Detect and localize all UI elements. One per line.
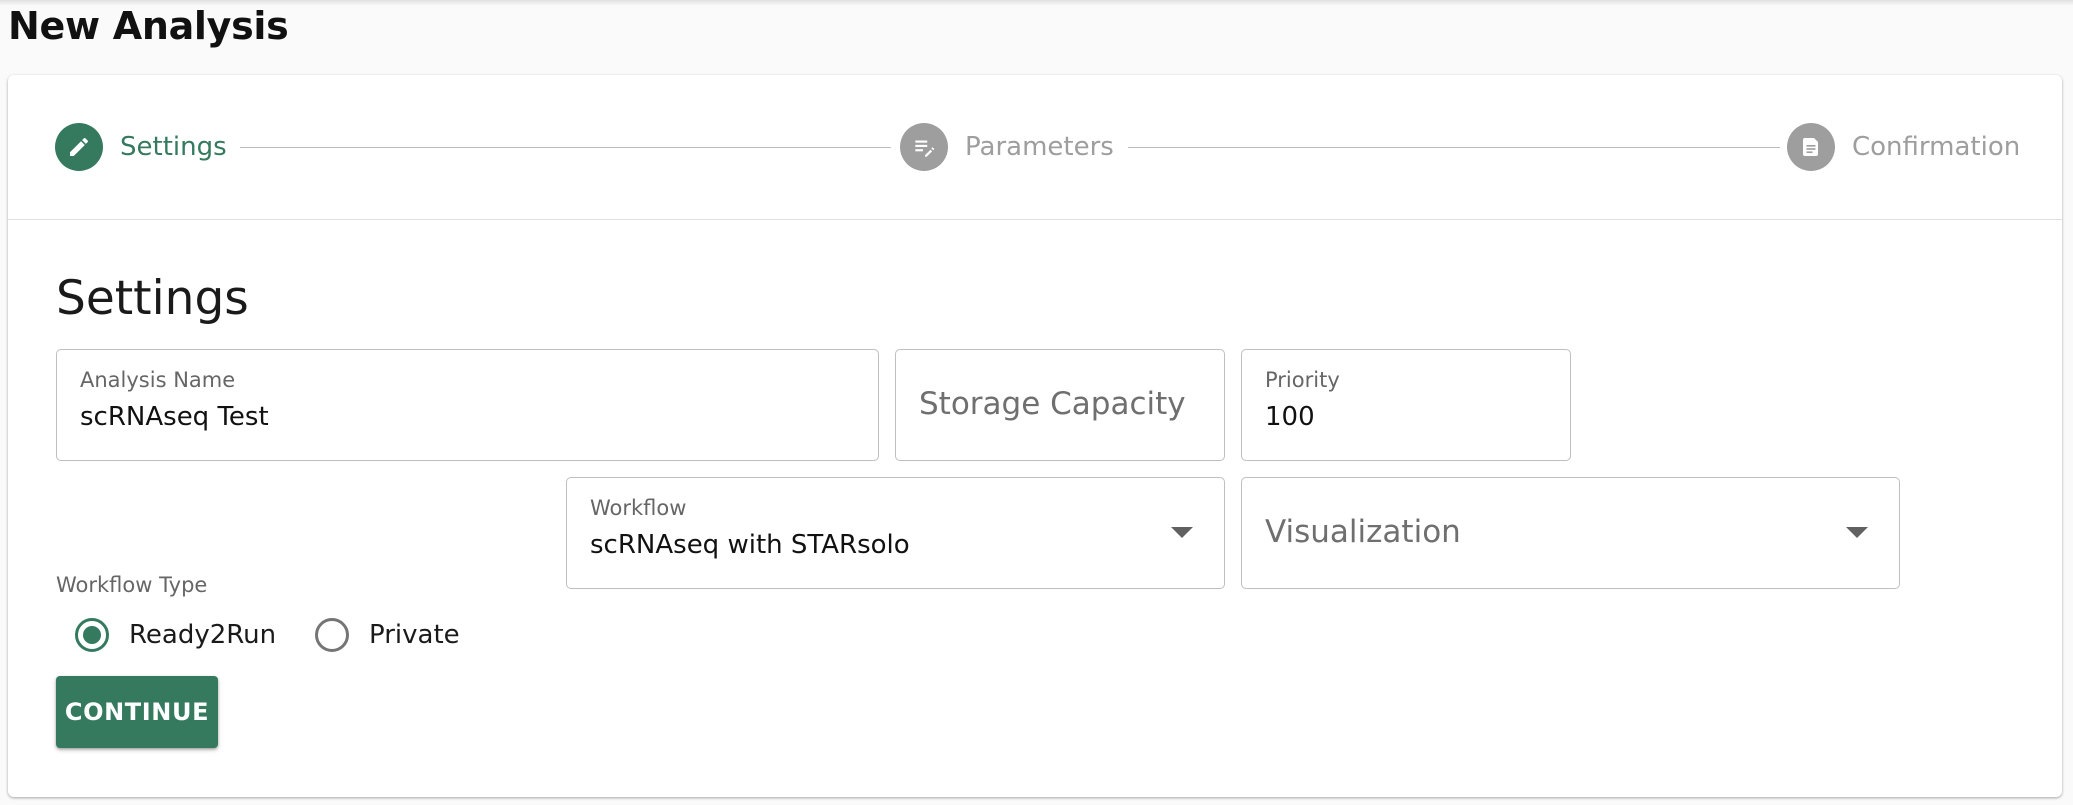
chevron-down-icon[interactable] <box>1846 527 1868 538</box>
step-label-parameters: Parameters <box>965 132 1114 162</box>
continue-button[interactable]: CONTINUE <box>56 676 218 748</box>
stepper: Settings Parameters Confirmation <box>8 75 2062 220</box>
storage-capacity-field[interactable]: Storage Capacity <box>895 349 1225 461</box>
workflow-label: Workflow <box>590 496 687 520</box>
analysis-form-card: Settings Parameters Confirmation Setting… <box>8 75 2062 797</box>
analysis-name-label: Analysis Name <box>80 368 236 392</box>
analysis-name-field[interactable]: Analysis Name scRNAseq Test <box>56 349 879 461</box>
workflow-value: scRNAseq with STARsolo <box>590 530 910 560</box>
priority-label: Priority <box>1265 368 1340 392</box>
step-confirmation[interactable]: Confirmation <box>1787 123 2020 171</box>
radio-label-ready2run: Ready2Run <box>129 620 277 650</box>
priority-field[interactable]: Priority 100 <box>1241 349 1571 461</box>
priority-value: 100 <box>1265 402 1315 432</box>
radio-button-checked[interactable] <box>75 618 109 652</box>
workflow-select[interactable]: Workflow scRNAseq with STARsolo <box>566 477 1225 589</box>
workflow-type-label: Workflow Type <box>56 573 208 597</box>
step-label-settings: Settings <box>120 132 227 162</box>
radio-dot <box>83 626 101 644</box>
storage-capacity-placeholder: Storage Capacity <box>919 386 1186 422</box>
radio-button-unchecked[interactable] <box>315 618 349 652</box>
page-title: New Analysis <box>8 4 289 48</box>
step-label-confirmation: Confirmation <box>1852 132 2021 162</box>
step-connector <box>240 147 891 148</box>
step-connector <box>1128 147 1780 148</box>
list-edit-icon <box>900 123 948 171</box>
step-settings[interactable]: Settings <box>55 123 227 171</box>
chevron-down-icon[interactable] <box>1171 527 1193 538</box>
radio-ready2run[interactable]: Ready2Run <box>75 615 276 655</box>
analysis-name-value: scRNAseq Test <box>80 402 269 432</box>
visualization-select[interactable]: Visualization <box>1241 477 1900 589</box>
radio-label-private: Private <box>369 620 460 650</box>
document-icon <box>1787 123 1835 171</box>
radio-private[interactable]: Private <box>315 615 460 655</box>
section-title: Settings <box>56 271 249 326</box>
pencil-icon <box>55 123 103 171</box>
visualization-placeholder: Visualization <box>1265 514 1461 550</box>
top-shadow <box>0 0 2073 6</box>
step-parameters[interactable]: Parameters <box>900 123 1114 171</box>
